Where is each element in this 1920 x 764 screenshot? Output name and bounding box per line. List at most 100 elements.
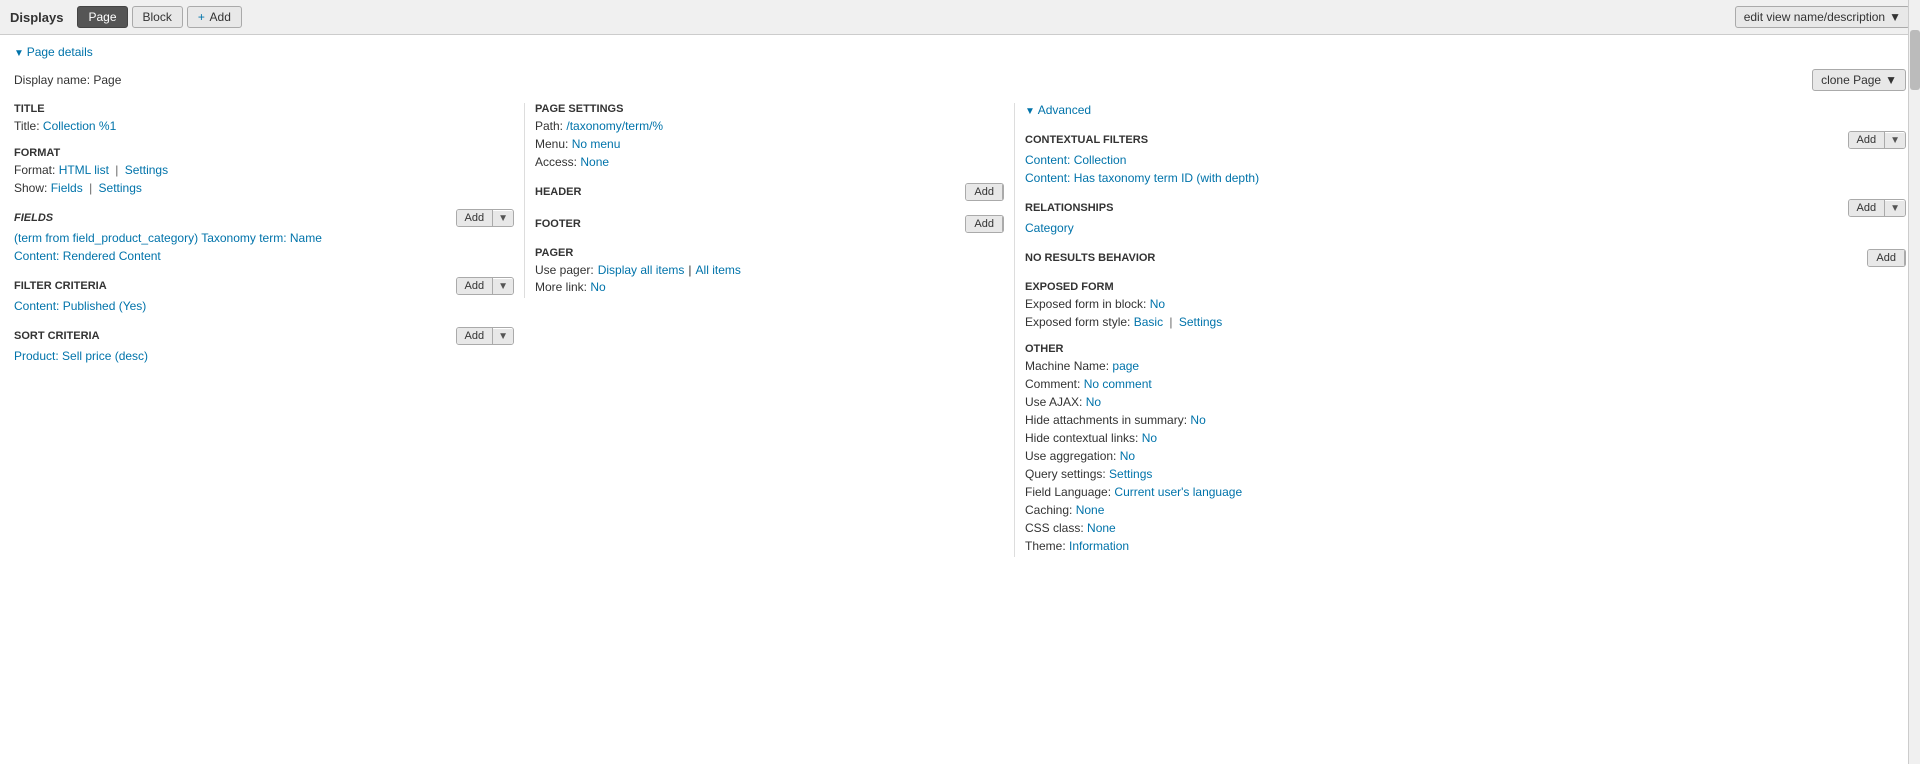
displays-title: Displays [10,10,63,25]
field-link-0[interactable]: (term from field_product_category) Taxon… [14,231,322,245]
machine-name-field: Machine Name: page [1025,359,1906,373]
theme-label: Theme: [1025,539,1066,553]
fields-add-label: Add [457,210,494,226]
contextual-link-1[interactable]: Content: Has taxonomy term ID (with dept… [1025,171,1259,185]
use-ajax-field: Use AJAX: No [1025,395,1906,409]
filter-add-arrow-icon: ▼ [493,279,513,294]
format-field: Format: HTML list | Settings [14,163,514,177]
query-settings-field: Query settings: Settings [1025,467,1906,481]
exposed-form-header: EXPOSED FORM [1025,281,1906,293]
field-language-value[interactable]: Current user's language [1114,485,1242,499]
pager-section-header: PAGER [535,247,1004,259]
header-section-row: HEADER Add [535,183,1004,201]
no-results-row: NO RESULTS BEHAVIOR Add [1025,249,1906,267]
relationships-header: RELATIONSHIPS [1025,202,1113,214]
clone-page-button[interactable]: clone Page ▼ [1812,69,1906,91]
filter-link-0[interactable]: Content: Published (Yes) [14,299,146,313]
display-name-value: Page [93,73,121,87]
scrollbar[interactable] [1908,0,1920,764]
exposed-block-value[interactable]: No [1150,297,1165,311]
fields-section-row: FIELDS Add ▼ [14,209,514,227]
comment-field: Comment: No comment [1025,377,1906,391]
other-section-header: OTHER [1025,343,1906,355]
fields-item-1: Content: Rendered Content [14,249,514,263]
filter-add-button[interactable]: Add ▼ [456,277,514,295]
top-bar: Displays Page Block + Add edit view name… [0,0,1920,35]
relationship-link-0[interactable]: Category [1025,221,1074,235]
exposed-style-sep: | [1169,315,1175,329]
header-add-label: Add [966,184,1003,200]
header-add-button[interactable]: Add [965,183,1004,201]
css-class-value[interactable]: None [1087,521,1116,535]
comment-value[interactable]: No comment [1084,377,1152,391]
no-results-add-button[interactable]: Add [1867,249,1906,267]
scrollbar-thumb[interactable] [1910,30,1920,90]
title-section-header: TITLE [14,103,514,115]
plus-icon: + [198,10,205,24]
footer-section-row: FOOTER Add [535,215,1004,233]
show-settings-link[interactable]: Settings [99,181,142,195]
theme-value[interactable]: Information [1069,539,1129,553]
contextual-filters-row: CONTEXTUAL FILTERS Add ▼ [1025,131,1906,149]
hide-attachments-value[interactable]: No [1190,413,1205,427]
page-details-toggle[interactable]: Page details [14,45,1906,59]
sort-add-label: Add [457,328,494,344]
hide-contextual-field: Hide contextual links: No [1025,431,1906,445]
format-value[interactable]: HTML list [59,163,109,177]
footer-add-button[interactable]: Add [965,215,1004,233]
use-pager-value[interactable]: Display all items [598,263,685,277]
contextual-link-0[interactable]: Content: Collection [1025,153,1126,167]
add-display-button[interactable]: + Add [187,6,242,28]
format-label: Format: [14,163,55,177]
exposed-style-settings[interactable]: Settings [1179,315,1222,329]
mid-column: PAGE SETTINGS Path: /taxonomy/term/% Men… [524,103,1014,298]
css-class-field: CSS class: None [1025,521,1906,535]
footer-add-label: Add [966,216,1003,232]
use-pager-all[interactable]: All items [696,263,741,277]
page-button[interactable]: Page [77,6,127,28]
use-aggregation-label: Use aggregation: [1025,449,1116,463]
sort-add-arrow-icon: ▼ [493,329,513,344]
contextual-item-0: Content: Collection [1025,153,1906,167]
fields-add-button[interactable]: Add ▼ [456,209,514,227]
no-results-add-label: Add [1868,250,1905,266]
query-settings-value[interactable]: Settings [1109,467,1152,481]
menu-field: Menu: No menu [535,137,1004,151]
footer-section-header: FOOTER [535,218,581,230]
menu-value[interactable]: No menu [572,137,621,151]
sort-link-0[interactable]: Product: Sell price (desc) [14,349,148,363]
use-aggregation-value[interactable]: No [1120,449,1135,463]
use-ajax-value[interactable]: No [1086,395,1101,409]
path-label: Path: [535,119,563,133]
more-link-label: More link: [535,280,587,294]
field-link-1[interactable]: Content: Rendered Content [14,249,161,263]
sort-section-row: SORT CRITERIA Add ▼ [14,327,514,345]
access-field: Access: None [535,155,1004,169]
access-value[interactable]: None [580,155,609,169]
contextual-filters-add-button[interactable]: Add ▼ [1848,131,1906,149]
use-aggregation-field: Use aggregation: No [1025,449,1906,463]
clone-arrow-icon: ▼ [1885,73,1897,87]
more-link-value[interactable]: No [590,280,605,294]
block-button[interactable]: Block [132,6,183,28]
caching-value[interactable]: None [1076,503,1105,517]
show-value[interactable]: Fields [51,181,83,195]
hide-contextual-value[interactable]: No [1142,431,1157,445]
format-settings-link[interactable]: Settings [125,163,168,177]
menu-label: Menu: [535,137,568,151]
machine-name-value[interactable]: page [1112,359,1139,373]
clone-area: clone Page ▼ [1812,69,1906,91]
edit-view-name-button[interactable]: edit view name/description ▼ [1735,6,1910,28]
path-value[interactable]: /taxonomy/term/% [566,119,663,133]
page-settings-header: PAGE SETTINGS [535,103,1004,115]
relationships-add-button[interactable]: Add ▼ [1848,199,1906,217]
columns-wrapper: TITLE Title: Collection %1 FORMAT Format… [14,103,1906,557]
show-sep: | [89,181,95,195]
sort-add-button[interactable]: Add ▼ [456,327,514,345]
header-section-header: HEADER [535,186,581,198]
title-value[interactable]: Collection %1 [43,119,116,133]
filter-section-row: FILTER CRITERIA Add ▼ [14,277,514,295]
exposed-block-field: Exposed form in block: No [1025,297,1906,311]
exposed-style-value[interactable]: Basic [1134,315,1163,329]
advanced-toggle[interactable]: Advanced [1025,103,1906,117]
